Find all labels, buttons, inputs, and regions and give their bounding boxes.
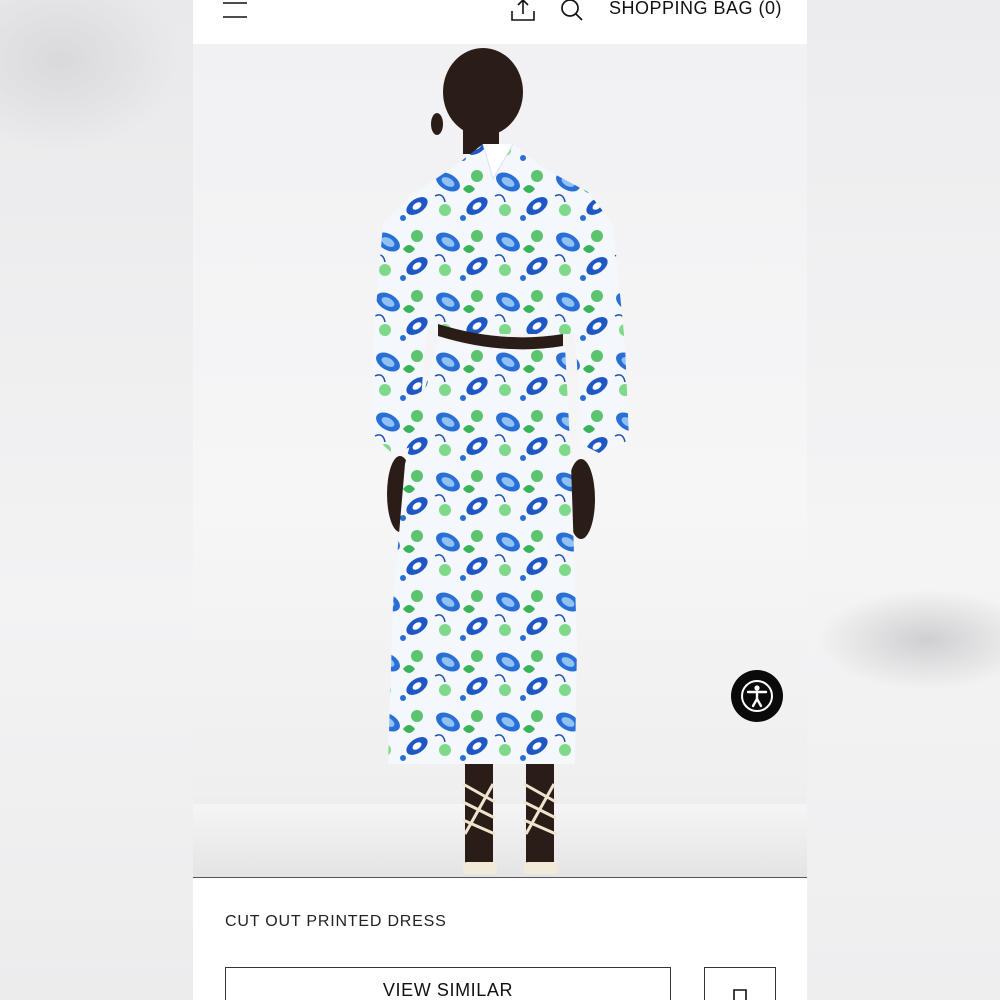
accessibility-person-icon <box>741 680 773 712</box>
search-icon[interactable] <box>559 0 585 22</box>
bookmark-icon <box>733 989 747 1000</box>
product-image[interactable] <box>193 44 807 877</box>
hamburger-menu-icon[interactable] <box>223 0 247 20</box>
background-blur-right <box>807 0 1000 1000</box>
share-icon[interactable] <box>509 0 537 22</box>
product-page: SHOPPING BAG (0) CUT OUT PRINTED DRESS V… <box>193 0 807 1000</box>
bookmark-button[interactable] <box>704 967 776 1000</box>
view-similar-button[interactable]: VIEW SIMILAR <box>225 967 671 1000</box>
image-divider <box>193 877 807 878</box>
accessibility-button[interactable] <box>731 670 783 722</box>
shopping-bag-link[interactable]: SHOPPING BAG (0) <box>609 0 782 19</box>
background-blur-left <box>0 0 193 1000</box>
top-navigation-bar: SHOPPING BAG (0) <box>193 0 807 44</box>
product-name: CUT OUT PRINTED DRESS <box>225 913 447 930</box>
